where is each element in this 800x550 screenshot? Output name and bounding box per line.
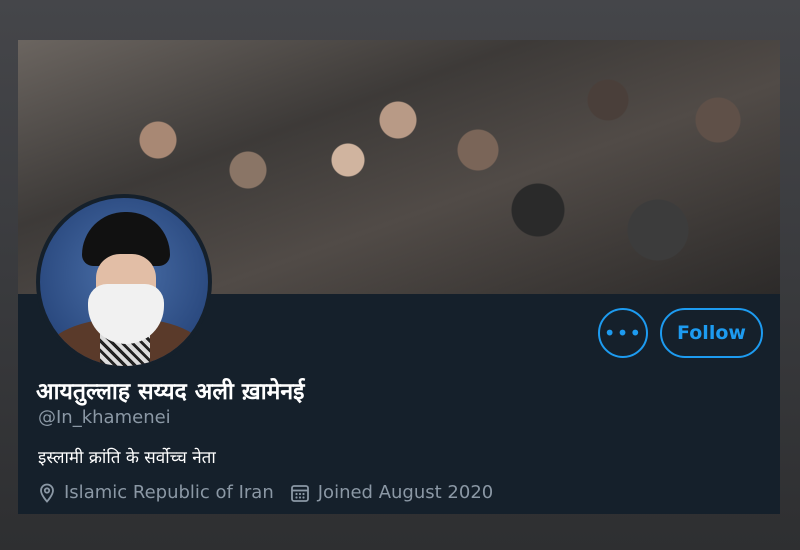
profile-avatar[interactable] [36, 194, 212, 370]
more-options-button[interactable]: ••• [598, 308, 648, 358]
follow-button[interactable]: Follow [660, 308, 763, 358]
joined-item: Joined August 2020 [290, 482, 493, 503]
profile-bio: इस्लामी क्रांति के सर्वोच्च नेता [38, 448, 216, 468]
location-item: Islamic Republic of Iran [38, 482, 274, 503]
user-handle: @In_khamenei [38, 407, 171, 428]
calendar-icon [290, 484, 309, 502]
location-text: Islamic Republic of Iran [64, 482, 274, 503]
screenshot-frame: ••• Follow आयतुल्लाह सय्यद अली ख़ामेनई @… [0, 0, 800, 550]
joined-text: Joined August 2020 [317, 482, 494, 503]
profile-card: ••• Follow आयतुल्लाह सय्यद अली ख़ामेनई @… [18, 40, 780, 514]
profile-meta: Islamic Republic of Iran Joined August 2… [38, 482, 509, 503]
display-name: आयतुल्लाह सय्यद अली ख़ामेनई [36, 379, 305, 405]
location-pin-icon [40, 483, 54, 503]
